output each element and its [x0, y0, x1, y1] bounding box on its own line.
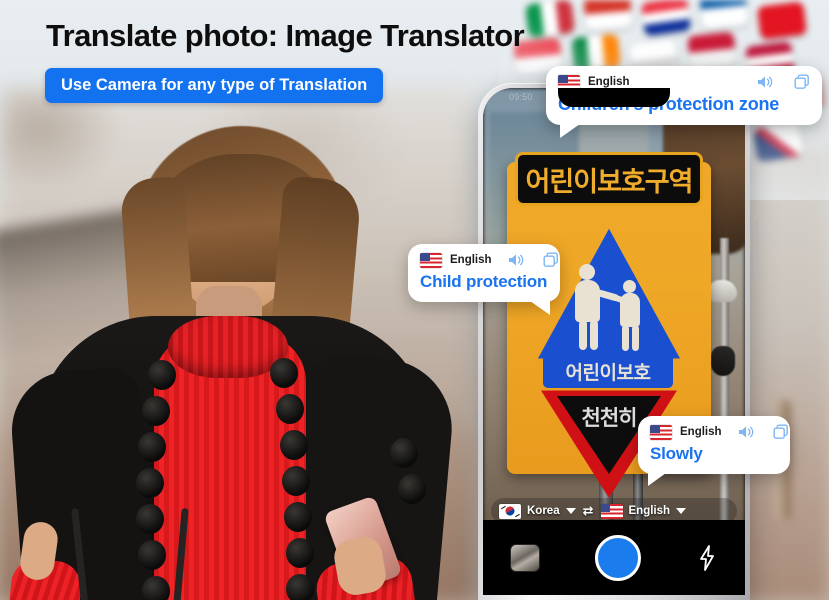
kr-flag-icon — [499, 503, 521, 519]
bubble-language-label: English — [680, 426, 722, 438]
phone-screen: 09:50 어린이보호구역 어린이보호 천천히 Korea ⇄ English — [483, 88, 745, 595]
flash-icon[interactable] — [697, 544, 717, 571]
speaker-icon[interactable] — [738, 425, 755, 439]
bubble-translation-text: Slowly — [650, 444, 703, 463]
phone-power-button[interactable] — [755, 221, 758, 279]
us-flag-icon — [650, 424, 672, 440]
shutter-button[interactable] — [595, 534, 641, 581]
woman-illustration — [6, 120, 458, 600]
sign-banner: 어린이보호구역 — [515, 152, 703, 206]
use-camera-badge[interactable]: Use Camera for any type of Translation — [45, 68, 384, 103]
bubble-slowly[interactable]: English Slowly — [638, 416, 790, 486]
bubble-header: English — [420, 252, 558, 268]
promo-screenshot: 09:50 어린이보호구역 어린이보호 천천히 Korea ⇄ English … — [0, 0, 829, 600]
phone-device: 09:50 어린이보호구역 어린이보호 천천히 Korea ⇄ English — [478, 83, 758, 600]
target-language-selector[interactable]: English — [600, 503, 687, 519]
bubble-tail — [530, 301, 550, 315]
chevron-down-icon[interactable] — [676, 508, 687, 514]
bubble-language-label: English — [588, 76, 630, 88]
gallery-button[interactable] — [511, 544, 539, 571]
phone-notch — [558, 88, 670, 107]
copy-icon[interactable] — [794, 74, 810, 90]
us-flag-icon — [420, 252, 442, 268]
status-bar-time: 09:50 — [509, 92, 533, 102]
bubble-translation-text: Child protection — [420, 272, 548, 291]
source-language-label: Korea — [527, 505, 560, 517]
target-language-label: English — [628, 505, 671, 517]
page-title: Translate photo: Image Translator — [46, 18, 525, 53]
swap-languages-icon[interactable]: ⇄ — [583, 503, 594, 519]
source-language-selector[interactable]: Korea — [499, 503, 576, 519]
bubble-language-label: English — [450, 254, 492, 266]
copy-icon[interactable] — [773, 424, 789, 440]
us-flag-icon — [600, 503, 623, 519]
bubble-header: English — [650, 424, 788, 440]
bubble-tail — [648, 473, 666, 486]
speaker-icon[interactable] — [757, 75, 774, 89]
sign-subtitle-text: 어린이보호 — [565, 361, 651, 384]
bubble-tail — [560, 124, 580, 138]
sign-banner-text: 어린이보호구역 — [525, 166, 694, 198]
speaker-icon[interactable] — [508, 253, 525, 267]
chevron-down-icon[interactable] — [565, 508, 576, 514]
bubble-child-protection[interactable]: English Child protection — [408, 244, 560, 315]
copy-icon[interactable] — [543, 252, 559, 268]
sign-subtitle: 어린이보호 — [543, 354, 673, 388]
camera-controls — [483, 520, 745, 595]
